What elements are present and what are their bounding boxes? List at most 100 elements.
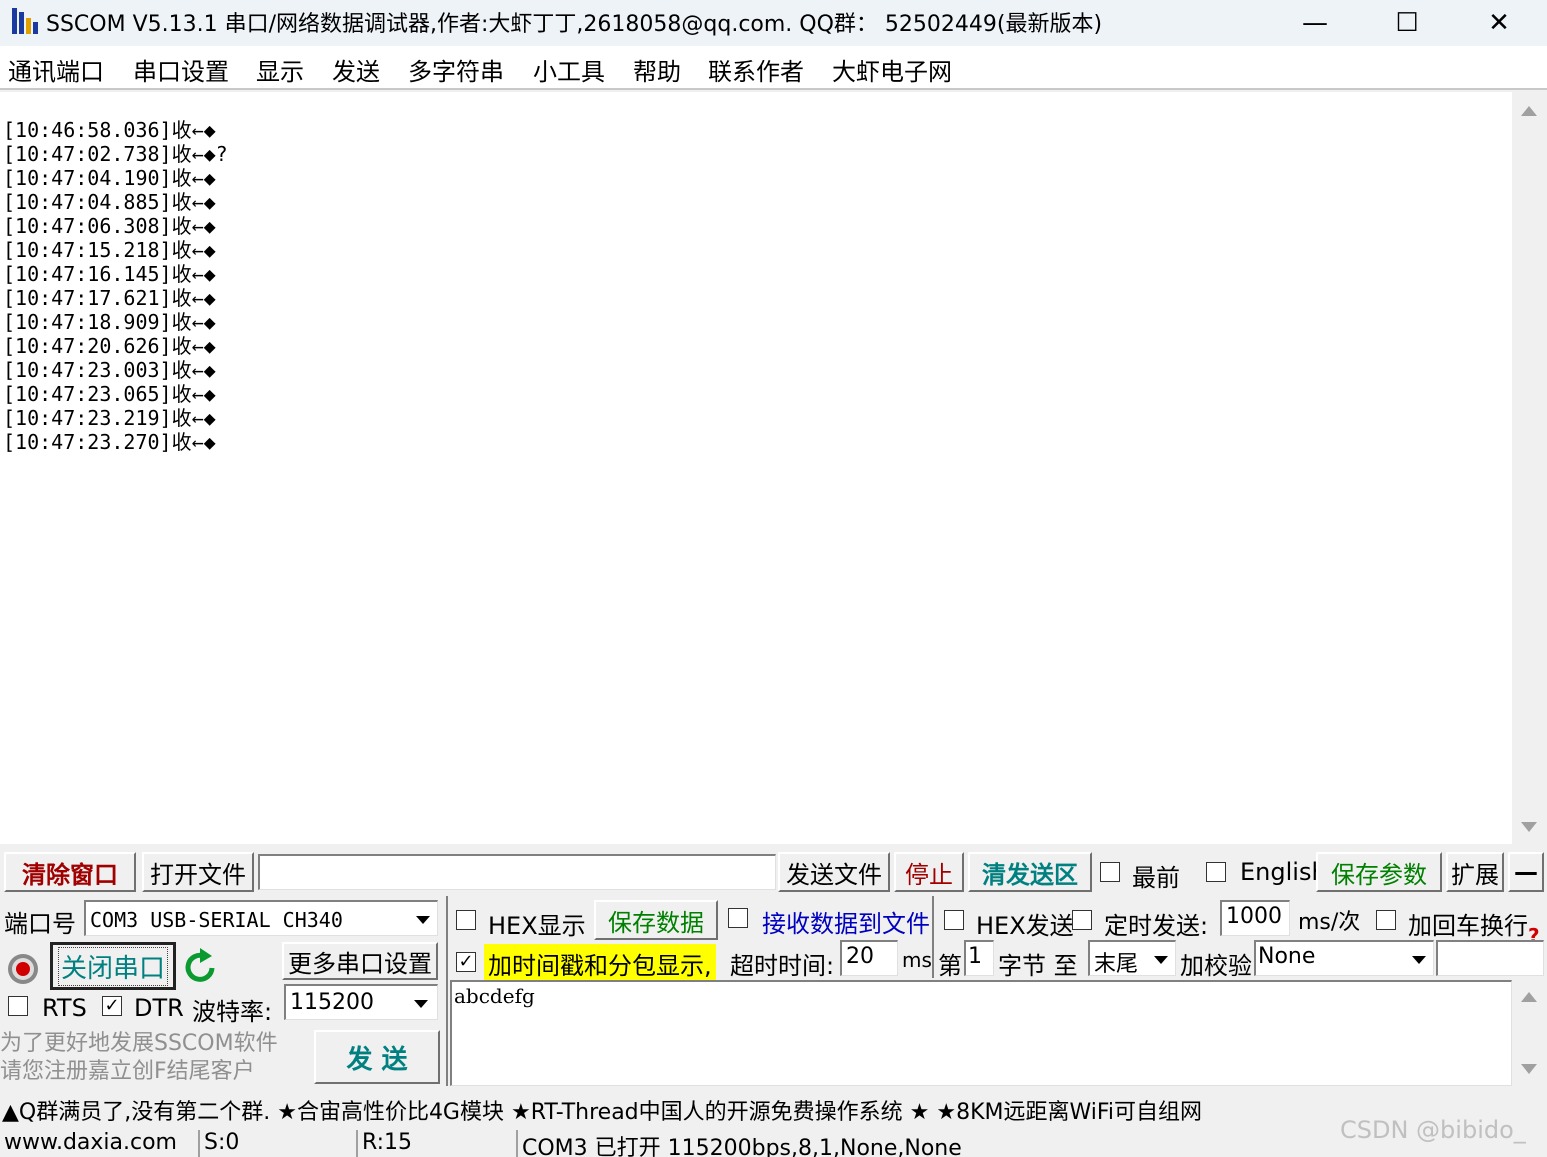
refresh-icon[interactable] xyxy=(184,946,218,986)
receive-area[interactable]: [10:46:58.036]收←◆ [10:47:02.738]收←◆? [10:4… xyxy=(0,92,1512,844)
checksum-output xyxy=(1436,940,1544,976)
receive-scrollbar[interactable] xyxy=(1512,92,1547,844)
receive-line: [10:47:16.145]收←◆ xyxy=(3,262,216,286)
menu-comm-port[interactable]: 通讯端口 xyxy=(8,52,104,87)
add-crlf-checkbox[interactable] xyxy=(1376,910,1396,930)
stop-button[interactable]: 停止 xyxy=(894,852,964,892)
close-port-label: 关闭串口 xyxy=(57,946,168,986)
timestamp-checkbox[interactable]: ✓ xyxy=(456,952,476,972)
timed-send-label: 定时发送: xyxy=(1104,912,1209,940)
baud-label: 波特率: xyxy=(192,998,273,1026)
send-textarea[interactable]: abcdefg xyxy=(450,980,1512,1086)
receive-line: [10:47:06.308]收←◆ xyxy=(3,214,216,238)
close-port-button[interactable]: 关闭串口 xyxy=(50,942,176,990)
check-icon: ✓ xyxy=(104,995,120,1016)
interval-unit: ms/次 xyxy=(1298,910,1361,935)
clear-window-button[interactable]: 清除窗口 xyxy=(4,852,136,892)
status-bar: www.daxia.com S:0 R:15 COM3 已打开 115200bp… xyxy=(0,1130,1547,1157)
app-icon xyxy=(8,4,42,38)
timestamp-label: 加时间戳和分包显示, xyxy=(484,944,716,983)
minimize-button[interactable]: — xyxy=(1269,0,1361,46)
baud-select-value: 115200 xyxy=(290,990,374,1015)
port-label: 端口号 xyxy=(4,910,76,938)
scroll-down-icon[interactable] xyxy=(1521,1064,1537,1074)
hex-display-checkbox[interactable] xyxy=(456,910,476,930)
dtr-checkbox[interactable]: ✓ xyxy=(102,996,122,1016)
menu-contact-author[interactable]: 联系作者 xyxy=(708,52,804,87)
dtr-label: DTR xyxy=(134,994,184,1022)
chevron-down-icon xyxy=(1412,956,1426,964)
promo-line-2: 请您注册嘉立创F结尾客户 xyxy=(0,1059,255,1084)
receive-line: [10:47:23.003]收←◆ xyxy=(3,358,216,382)
menu-display[interactable]: 显示 xyxy=(256,52,304,87)
file-path-input[interactable] xyxy=(258,854,776,890)
port-status-icon xyxy=(6,952,40,986)
chevron-down-icon xyxy=(414,1000,428,1008)
english-checkbox[interactable] xyxy=(1206,862,1226,882)
byte-range-label: 字节 至 xyxy=(998,952,1078,980)
send-button[interactable]: 发 送 xyxy=(314,1030,440,1084)
byte-to-select[interactable]: 末尾 xyxy=(1088,940,1176,976)
receive-line: [10:47:23.270]收←◆ xyxy=(3,430,216,454)
rts-checkbox[interactable] xyxy=(8,996,28,1016)
scroll-up-icon[interactable] xyxy=(1521,106,1537,116)
panel-divider xyxy=(446,896,448,1086)
menu-bar: 通讯端口 串口设置 显示 发送 多字符串 小工具 帮助 联系作者 大虾电子网 xyxy=(0,46,1547,90)
english-label: English xyxy=(1240,858,1327,886)
scroll-down-icon[interactable] xyxy=(1521,822,1537,832)
interval-input[interactable]: 1000 xyxy=(1220,900,1290,936)
receive-line: [10:47:20.626]收←◆ xyxy=(3,334,216,358)
menu-serial-settings[interactable]: 串口设置 xyxy=(133,52,229,87)
more-serial-settings-button[interactable]: 更多串口设置 xyxy=(282,942,438,980)
receive-line: [10:47:18.909]收←◆ xyxy=(3,310,216,334)
close-window-button[interactable]: ✕ xyxy=(1453,0,1545,46)
menu-multi-string[interactable]: 多字符串 xyxy=(408,52,504,87)
scroll-up-icon[interactable] xyxy=(1521,992,1537,1002)
receive-line: [10:47:23.219]收←◆ xyxy=(3,406,216,430)
status-received-count: R:15 xyxy=(356,1130,514,1157)
menu-help[interactable]: 帮助 xyxy=(633,52,681,87)
menu-tools[interactable]: 小工具 xyxy=(533,52,605,87)
recv-to-file-label[interactable]: 接收数据到文件 xyxy=(762,904,930,939)
window-title: SSCOM V5.13.1 串口/网络数据调试器,作者:大虾丁丁,2618058… xyxy=(46,12,1103,37)
timeout-input[interactable]: 20 xyxy=(840,940,898,976)
hex-display-label: HEX显示 xyxy=(488,912,586,940)
menu-send[interactable]: 发送 xyxy=(332,52,380,87)
byte-from-prefix: 第 xyxy=(938,952,962,980)
hex-send-label: HEX发送 xyxy=(976,912,1074,940)
menu-daxia-site[interactable]: 大虾电子网 xyxy=(832,52,952,87)
byte-to-value: 末尾 xyxy=(1094,952,1139,976)
send-file-button[interactable]: 发送文件 xyxy=(778,852,890,892)
receive-line: [10:46:58.036]收←◆ xyxy=(3,118,216,142)
checksum-select[interactable]: None xyxy=(1254,940,1434,976)
status-sent-count: S:0 xyxy=(198,1130,354,1157)
save-params-button[interactable]: 保存参数 xyxy=(1316,852,1442,892)
add-crlf-label: 加回车换行 xyxy=(1408,912,1528,940)
expand-button[interactable]: 扩展 xyxy=(1446,852,1504,892)
maximize-button[interactable]: ☐ xyxy=(1361,0,1453,46)
checksum-value: None xyxy=(1258,944,1316,969)
options-divider xyxy=(932,896,934,978)
receive-line: [10:47:23.065]收←◆ xyxy=(3,382,216,406)
baud-select[interactable]: 115200 xyxy=(284,984,438,1020)
receive-line: [10:47:04.190]收←◆ xyxy=(3,166,216,190)
promo-text[interactable]: 为了更好地发展SSCOM软件 请您注册嘉立创F结尾客户 xyxy=(0,1030,278,1086)
save-data-button[interactable]: 保存数据 xyxy=(594,900,718,940)
topmost-label: 最前 xyxy=(1132,864,1180,892)
receive-line: [10:47:04.885]收←◆ xyxy=(3,190,216,214)
checksum-label: 加校验 xyxy=(1180,952,1252,980)
port-select-value: COM3 USB-SERIAL CH340 xyxy=(90,908,343,932)
status-website[interactable]: www.daxia.com xyxy=(0,1130,196,1157)
hex-send-checkbox[interactable] xyxy=(944,910,964,930)
open-file-button[interactable]: 打开文件 xyxy=(142,852,254,892)
timed-send-checkbox[interactable] xyxy=(1072,910,1092,930)
byte-from-input[interactable]: 1 xyxy=(964,940,994,976)
port-select[interactable]: COM3 USB-SERIAL CH340 xyxy=(84,900,438,936)
announcement-marquee[interactable]: ▲Q群满员了,没有第二个群. ★合宙高性价比4G模块 ★RT-Thread中国人… xyxy=(0,1092,1547,1126)
timeout-label: 超时时间: xyxy=(730,952,835,980)
topmost-checkbox[interactable] xyxy=(1100,862,1120,882)
recv-to-file-checkbox[interactable] xyxy=(728,908,748,928)
clear-send-button[interactable]: 清发送区 xyxy=(968,852,1092,892)
collapse-button[interactable]: — xyxy=(1508,852,1544,892)
send-scrollbar[interactable] xyxy=(1512,980,1547,1086)
